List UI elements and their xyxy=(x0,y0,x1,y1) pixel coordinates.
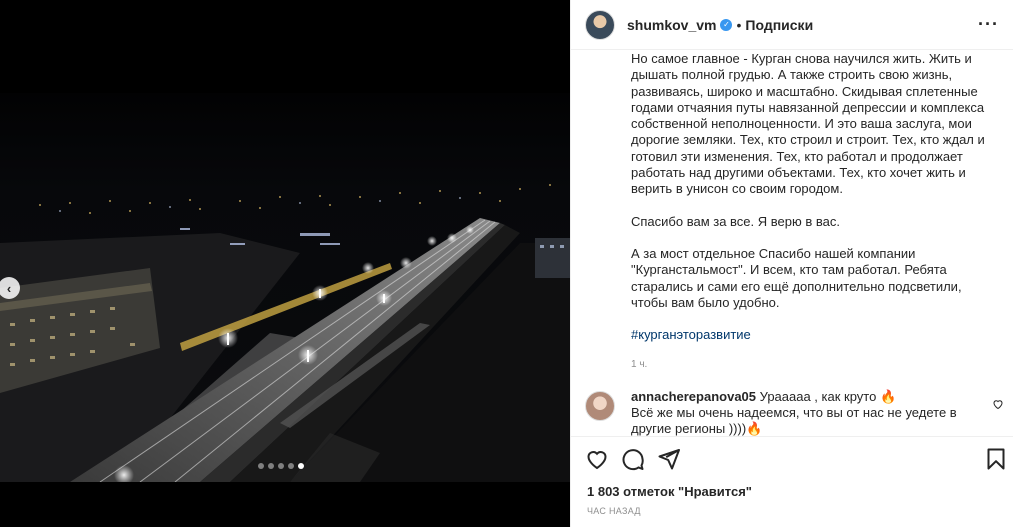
carousel-dot xyxy=(268,463,274,469)
carousel-dot xyxy=(278,463,284,469)
comment-like-icon[interactable] xyxy=(992,398,1004,413)
header-separator: • xyxy=(736,16,742,33)
comment-item: annacherepanova05 Урааааа , как круто 🔥 … xyxy=(585,389,1003,437)
like-heart-icon[interactable] xyxy=(585,447,609,471)
verified-badge-icon: ✓ xyxy=(720,18,733,31)
hashtag-link[interactable]: #курганэторазвитие xyxy=(631,327,751,342)
post-actions xyxy=(571,436,1013,478)
following-button[interactable]: Подписки xyxy=(745,17,813,33)
share-send-icon[interactable] xyxy=(657,447,681,471)
carousel-dot xyxy=(258,463,264,469)
chevron-left-icon: ‹ xyxy=(6,280,12,296)
carousel-dot xyxy=(288,463,294,469)
comment-text: Урааааа , как круто 🔥 xyxy=(759,389,897,404)
comment-body: annacherepanova05 Урааааа , как круто 🔥 … xyxy=(631,389,961,437)
post-media: ‹ xyxy=(0,0,570,527)
post-sidebar: shumkov_vm ✓ • Подписки ··· Но самое гла… xyxy=(570,0,1013,527)
comment-bubble-icon[interactable] xyxy=(621,447,645,471)
post-header: shumkov_vm ✓ • Подписки ··· xyxy=(571,0,1013,50)
commenter-username[interactable]: annacherepanova05 xyxy=(631,389,756,404)
caption-time: 1 ч. xyxy=(631,359,648,371)
caption-paragraph: А за мост отдельное Спасибо нашей компан… xyxy=(631,245,962,310)
caption-paragraph: Спасибо вам за все. Я верю в вас. xyxy=(631,213,840,229)
likes-count[interactable]: 1 803 отметок "Нравится" xyxy=(587,484,752,499)
carousel-indicators xyxy=(258,463,304,469)
night-bridge-photo xyxy=(0,93,570,482)
bookmark-save-icon[interactable] xyxy=(984,447,1008,471)
caption-paragraph: Но самое главное - Курган снова научился… xyxy=(631,51,985,197)
more-options-icon[interactable]: ··· xyxy=(978,14,999,35)
comment-text-line: Всё же мы очень надеемся, что вы от нас … xyxy=(631,405,957,420)
commenter-avatar[interactable] xyxy=(585,391,615,421)
author-username[interactable]: shumkov_vm xyxy=(627,17,716,33)
post-caption: Но самое главное - Курган снова научился… xyxy=(631,51,998,374)
carousel-dot-active xyxy=(298,463,304,469)
photo-image xyxy=(0,93,570,482)
comment-text-line: другие регионы ))))🔥 xyxy=(631,421,763,436)
post-timestamp[interactable]: ЧАС НАЗАД xyxy=(587,506,641,516)
caption-scroll-area[interactable]: Но самое главное - Курган снова научился… xyxy=(571,51,1013,436)
author-avatar[interactable] xyxy=(585,9,615,40)
